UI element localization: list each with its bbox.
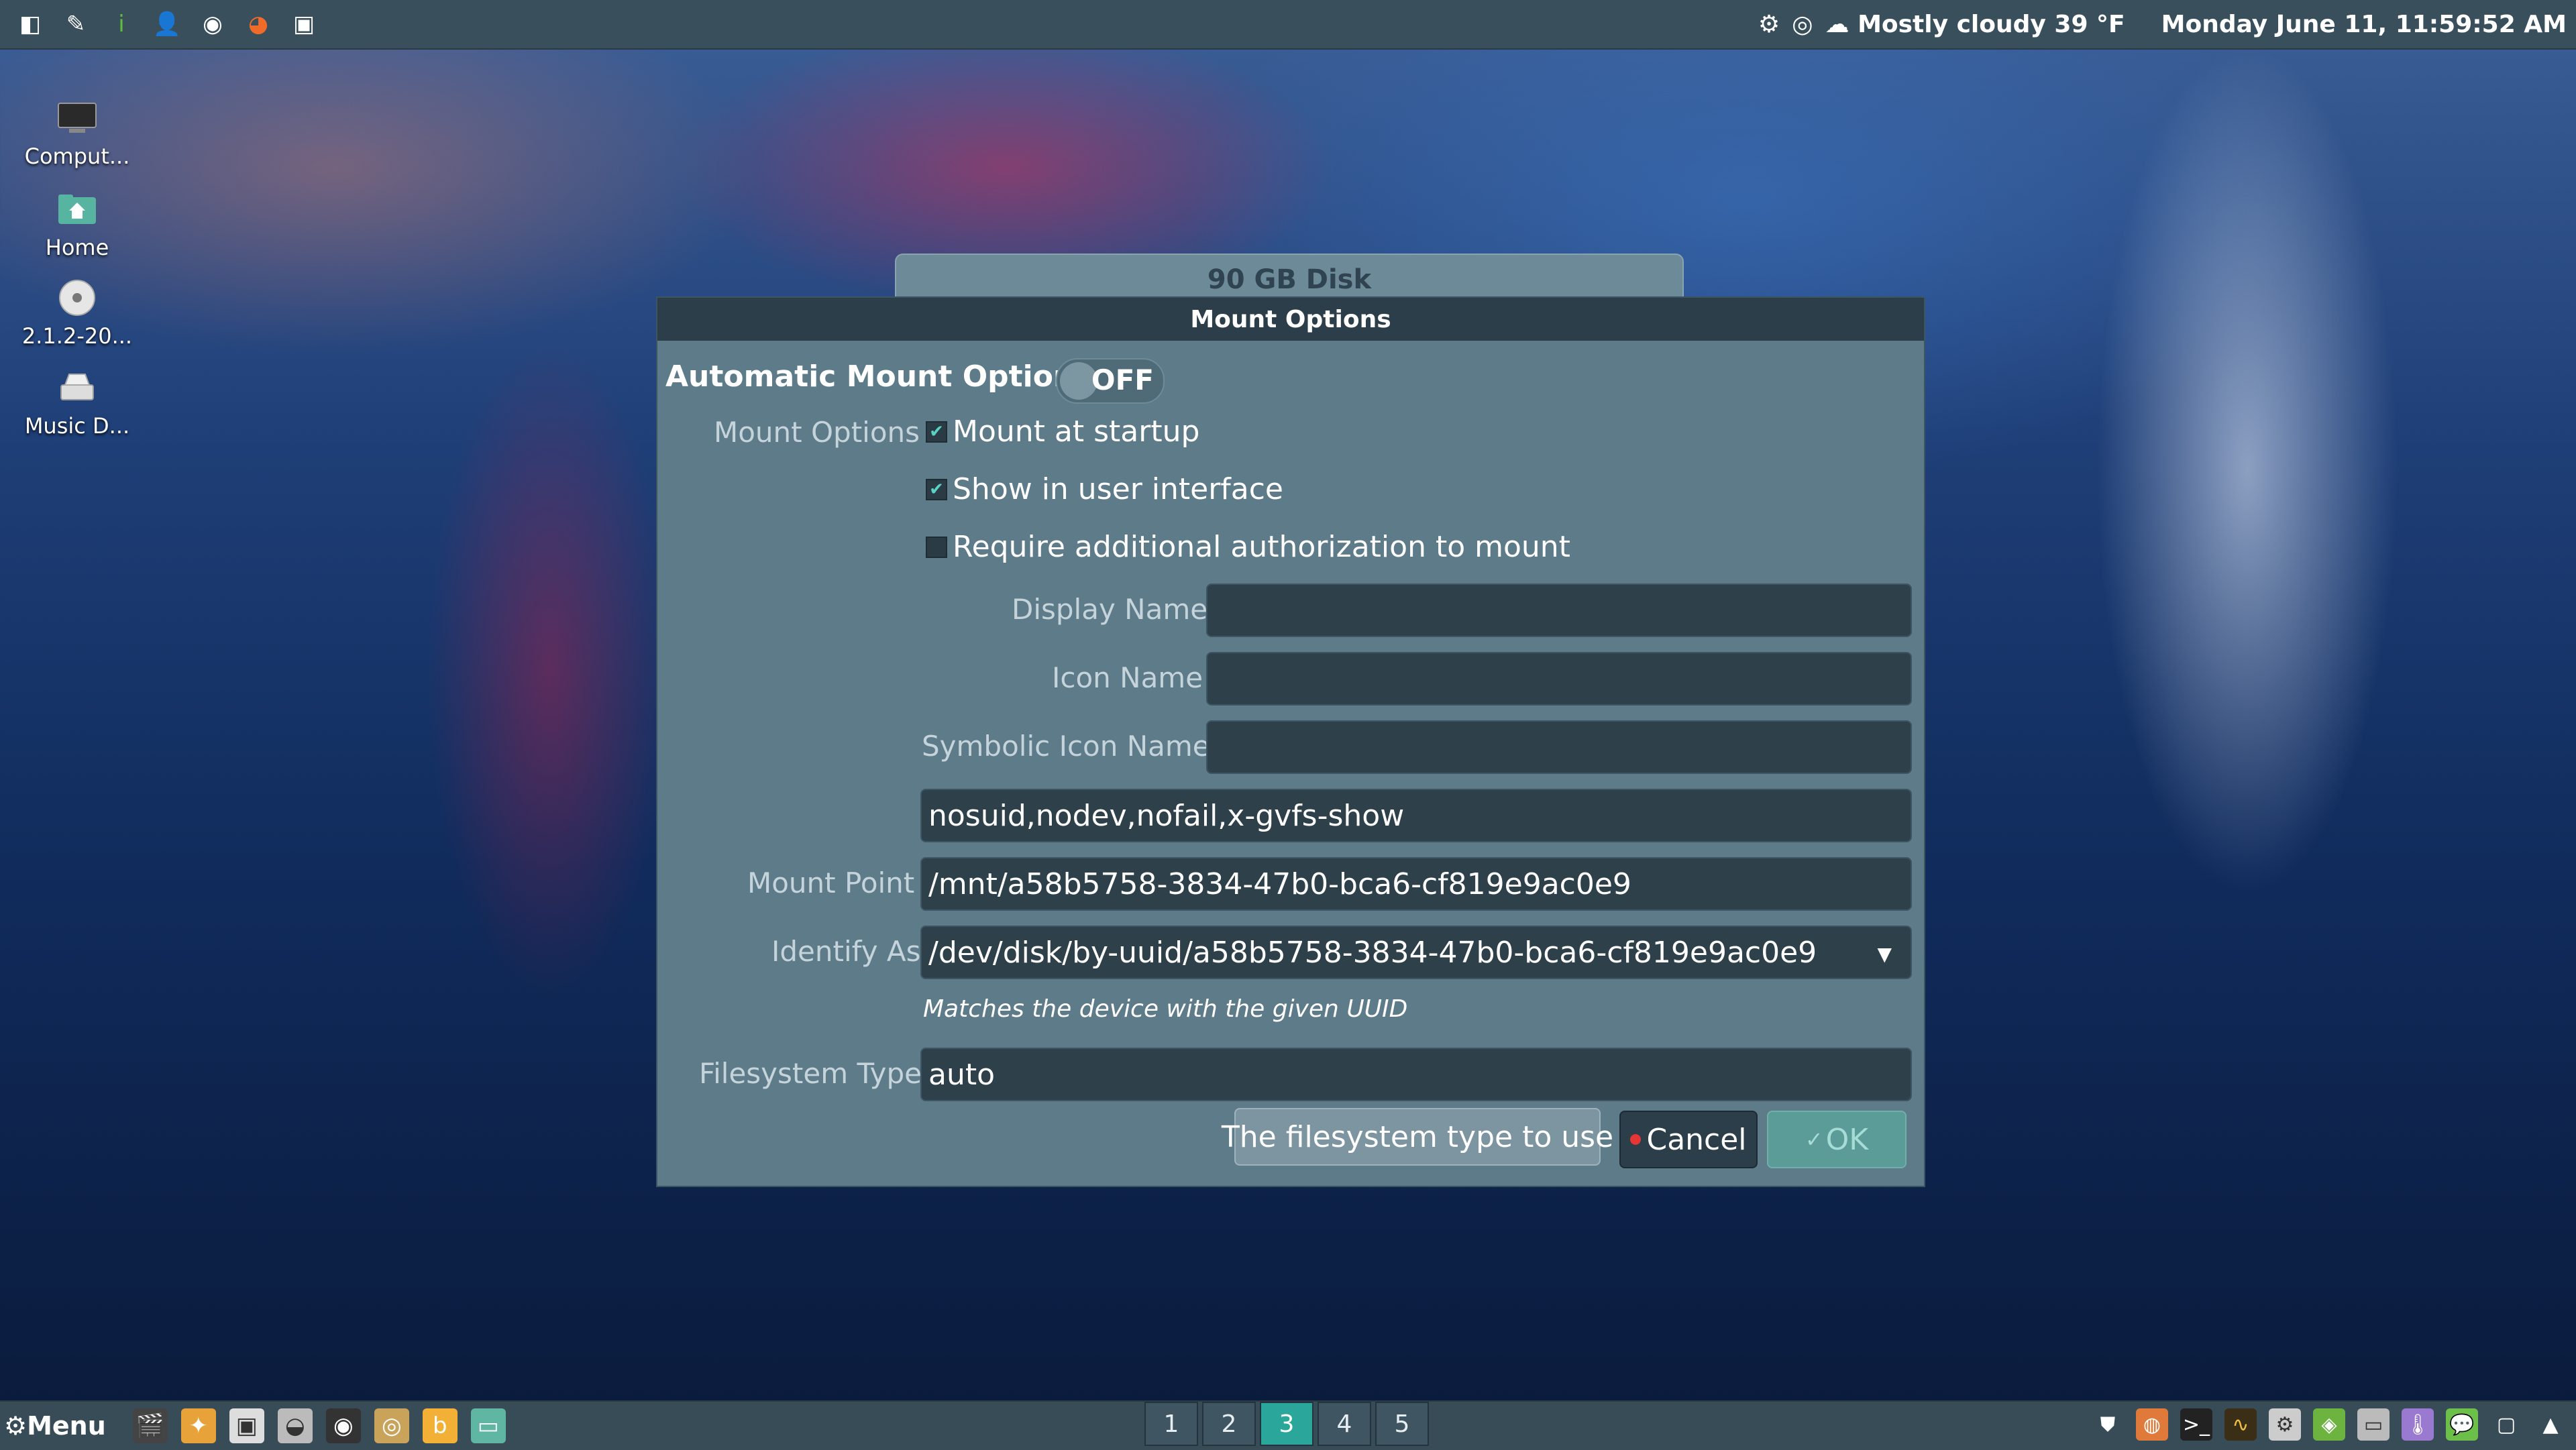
show-in-ui-checkbox[interactable]: ✔ — [926, 479, 947, 500]
workspace-3[interactable]: 3 — [1260, 1402, 1313, 1446]
settings-tray-icon[interactable]: ⚙ — [1758, 11, 1780, 38]
settings-tray-icon[interactable]: ⚙ — [2269, 1408, 2301, 1441]
desktop-icon-disc[interactable]: 2.1.2-20... — [13, 276, 141, 349]
pen-icon[interactable]: ✎ — [60, 9, 91, 40]
info-icon[interactable]: i — [106, 9, 137, 40]
up-arrow-icon[interactable]: ▲ — [2534, 1408, 2567, 1441]
cancel-label: Cancel — [1646, 1122, 1747, 1157]
filesystem-type-label: Filesystem Type — [699, 1057, 922, 1090]
drive-tray-icon[interactable]: ▭ — [2357, 1408, 2390, 1441]
sync-tray-icon[interactable]: ◎ — [1792, 11, 1813, 38]
weather-icon: ☁ — [1825, 10, 1849, 38]
chat-tray-icon[interactable]: 💬 — [2446, 1408, 2478, 1441]
top-panel-right: ⚙ ◎ ☁ Mostly cloudy 39 °F Monday June 11… — [1758, 0, 2567, 48]
desktop-icon-music[interactable]: Music D... — [13, 366, 141, 439]
dialog-title: Mount Options — [657, 298, 1924, 341]
symbolic-icon-name-label: Symbolic Icon Name — [922, 730, 1210, 763]
ok-button[interactable]: ✓ OK — [1767, 1111, 1907, 1168]
computer-icon — [58, 103, 97, 133]
desktop-icon-computer[interactable]: Comput... — [13, 97, 141, 169]
firefox-icon[interactable]: ◕ — [243, 9, 274, 40]
cancel-button[interactable]: Cancel — [1619, 1111, 1758, 1168]
browser-tray-icon[interactable]: ◍ — [2136, 1408, 2168, 1441]
desktop-icon-label: Music D... — [24, 413, 130, 439]
menu-label: Menu — [27, 1411, 106, 1441]
temperature-tray-icon[interactable]: 🌡 — [2402, 1408, 2434, 1441]
identify-as-hint: Matches the device with the given UUID — [923, 995, 1408, 1023]
mount-point-label: Mount Point — [747, 867, 915, 899]
cancel-icon — [1630, 1134, 1642, 1145]
automatic-mount-options-label: Automatic Mount Options — [665, 359, 1092, 394]
toggle-state: OFF — [1091, 364, 1154, 396]
display-name-field[interactable] — [1206, 583, 1912, 637]
workspace-4[interactable]: 4 — [1318, 1402, 1371, 1446]
desktop-icon-home[interactable]: Home — [13, 188, 141, 260]
system-tray: ⛊ ◍ >_ ∿ ⚙ ◈ ▭ 🌡 💬 ▢ ▲ — [2092, 1400, 2567, 1449]
filesystem-type-field[interactable]: auto — [920, 1048, 1912, 1101]
cd-icon — [59, 280, 95, 316]
identify-as-label: Identify As — [771, 935, 921, 968]
require-auth-checkbox[interactable] — [926, 537, 947, 558]
satellite-launcher-icon[interactable]: ◒ — [277, 1408, 313, 1443]
desktop-icon-label: 2.1.2-20... — [21, 323, 133, 349]
top-panel: ◧ ✎ i 👤 ◉ ◕ ▣ ⚙ ◎ ☁ Mostly cloudy 39 °F Monday… — [0, 0, 2576, 50]
desktop-icon-label: Comput... — [24, 144, 130, 169]
dropdown-arrow-icon: ▼ — [1877, 943, 1892, 965]
automatic-mount-toggle[interactable]: OFF — [1056, 358, 1165, 404]
symbolic-icon-name-field[interactable] — [1206, 720, 1912, 774]
background-window-title: 90 GB Disk — [1207, 264, 1372, 295]
ok-label: OK — [1825, 1122, 1869, 1157]
top-launchers: ◧ ✎ i 👤 ◉ ◕ ▣ — [0, 9, 319, 40]
workspace-5[interactable]: 5 — [1375, 1402, 1429, 1446]
film-launcher-icon[interactable]: 🎬 — [132, 1408, 168, 1443]
camera-launcher-icon[interactable]: ◉ — [325, 1408, 361, 1443]
nvidia-tray-icon[interactable]: ◈ — [2313, 1408, 2345, 1441]
shield-icon[interactable]: ⛊ — [2092, 1408, 2124, 1441]
file-manager-icon[interactable]: ◧ — [15, 9, 46, 40]
mount-at-startup-checkbox[interactable]: ✔ — [926, 421, 947, 443]
display-name-label: Display Name — [1012, 593, 1208, 626]
filesystem-type-tooltip: The filesystem type to use — [1222, 1108, 1613, 1166]
desktop-icon-label: Home — [45, 235, 109, 260]
weather-text: Mostly cloudy 39 °F — [1858, 10, 2125, 38]
display-tray-icon[interactable]: ▢ — [2490, 1408, 2522, 1441]
folder-launcher-icon[interactable]: ▭ — [470, 1408, 506, 1443]
require-auth-label[interactable]: Require additional authorization to moun… — [953, 530, 1570, 564]
speaker-launcher-icon[interactable]: ◎ — [374, 1408, 409, 1443]
show-in-ui-label[interactable]: Show in user interface — [953, 472, 1283, 506]
gimp-launcher-icon[interactable]: ✦ — [180, 1408, 216, 1443]
image-viewer-launcher-icon[interactable]: ▣ — [229, 1408, 264, 1443]
icon-name-label: Icon Name — [1052, 661, 1203, 694]
clock[interactable]: Monday June 11, 11:59:52 AM — [2161, 11, 2567, 38]
workspace-2[interactable]: 2 — [1202, 1402, 1256, 1446]
identify-as-value: /dev/disk/by-uuid/a58b5758-3834-47b0-bca… — [928, 935, 1817, 970]
menu-button[interactable]: ⚙Menu — [4, 1411, 106, 1441]
disc-icon[interactable]: ◉ — [197, 9, 228, 40]
workspace-1[interactable]: 1 — [1144, 1402, 1198, 1446]
mount-at-startup-label[interactable]: Mount at startup — [953, 414, 1199, 449]
mount-options-label: Mount Options — [714, 416, 920, 449]
screenshot-icon[interactable]: ▣ — [288, 9, 319, 40]
terminal-tray-icon[interactable]: >_ — [2180, 1408, 2212, 1441]
weather-applet[interactable]: ☁ Mostly cloudy 39 °F — [1825, 11, 2125, 38]
gear-icon: ⚙ — [4, 1411, 28, 1441]
check-icon: ✓ — [1805, 1127, 1823, 1152]
home-folder-icon — [58, 194, 96, 224]
identify-as-dropdown[interactable]: /dev/disk/by-uuid/a58b5758-3834-47b0-bca… — [920, 926, 1912, 979]
box-launcher-icon[interactable]: b — [422, 1408, 458, 1443]
drive-icon — [60, 374, 94, 400]
icon-name-field[interactable] — [1206, 652, 1912, 706]
mount-options-dialog: Mount Options Automatic Mount Options OF… — [656, 296, 1925, 1187]
mount-point-field[interactable]: /mnt/a58b5758-3834-47b0-bca6-cf819e9ac0e… — [920, 857, 1912, 911]
monitor-tray-icon[interactable]: ∿ — [2224, 1408, 2257, 1441]
mount-options-field[interactable]: nosuid,nodev,nofail,x-gvfs-show — [920, 789, 1912, 842]
user-icon[interactable]: 👤 — [152, 9, 182, 40]
